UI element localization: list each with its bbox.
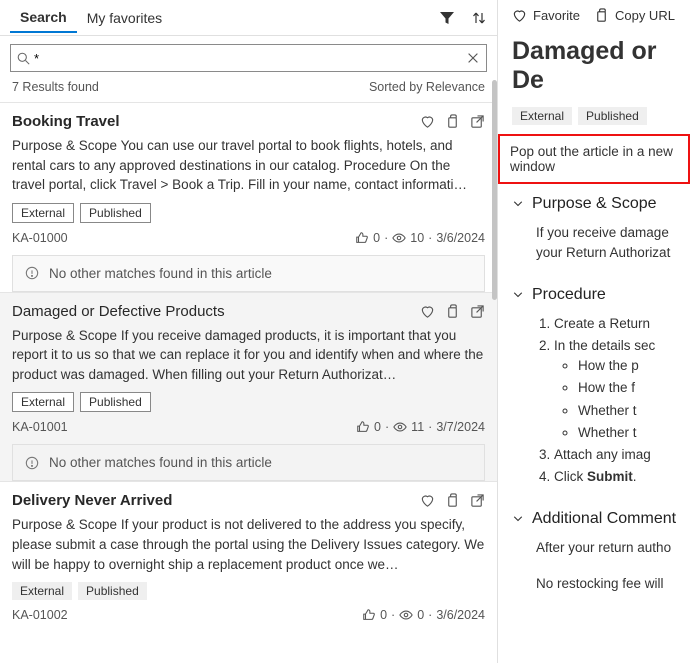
- section-head-additional[interactable]: Additional Comment: [512, 510, 692, 528]
- results-count: 7 Results found: [12, 80, 99, 94]
- favorite-icon[interactable]: [420, 304, 435, 319]
- popout-icon[interactable]: [470, 493, 485, 508]
- like-count: 0: [380, 608, 387, 622]
- scrollbar-thumb[interactable]: [492, 80, 497, 300]
- search-input[interactable]: [34, 51, 466, 66]
- chip-published: Published: [578, 107, 647, 125]
- procedure-step: Attach any imag: [554, 445, 692, 465]
- results-summary: 7 Results found Sorted by Relevance: [0, 76, 497, 102]
- procedure-step: Create a Return: [554, 314, 692, 334]
- result-card[interactable]: Booking Travel Purpose & Scope You can us…: [0, 102, 497, 292]
- result-title: Damaged or Defective Products: [12, 303, 225, 320]
- status-chip: Published: [80, 203, 151, 223]
- view-count: 10: [410, 231, 424, 245]
- sort-icon[interactable]: [471, 10, 487, 26]
- status-chip: External: [12, 582, 72, 600]
- article-preview: Favorite Copy URL Damaged or De External…: [498, 0, 692, 663]
- like-count: 0: [373, 231, 380, 245]
- procedure-step: Click Submit.: [554, 467, 692, 487]
- result-title: Delivery Never Arrived: [12, 492, 172, 509]
- favorite-button[interactable]: Favorite: [512, 8, 580, 23]
- filter-icon[interactable]: [439, 10, 455, 26]
- section-head-scope[interactable]: Purpose & Scope: [512, 195, 692, 213]
- result-card[interactable]: Delivery Never Arrived Purpose & Scope If…: [0, 481, 497, 632]
- favorite-icon[interactable]: [420, 493, 435, 508]
- status-chip: External: [12, 392, 74, 412]
- like-icon[interactable]: [355, 231, 369, 245]
- popout-icon[interactable]: [470, 304, 485, 319]
- no-match-banner: No other matches found in this article: [12, 444, 485, 481]
- copy-icon[interactable]: [445, 304, 460, 319]
- procedure-step: In the details sec How the p How the f W…: [554, 336, 692, 443]
- search-icon: [17, 52, 30, 65]
- result-date: 3/7/2024: [436, 420, 485, 434]
- copy-icon[interactable]: [445, 114, 460, 129]
- results-sort: Sorted by Relevance: [369, 80, 485, 94]
- results-list: Booking Travel Purpose & Scope You can us…: [0, 102, 497, 663]
- search-input-wrapper: [10, 44, 487, 72]
- article-chips: External Published: [512, 107, 692, 125]
- result-snippet: Purpose & Scope You can use our travel p…: [12, 136, 485, 195]
- popout-icon[interactable]: [470, 114, 485, 129]
- status-chip: Published: [80, 392, 151, 412]
- article-title: Damaged or De: [512, 37, 692, 95]
- favorite-icon[interactable]: [420, 114, 435, 129]
- copy-icon[interactable]: [445, 493, 460, 508]
- like-icon[interactable]: [362, 608, 376, 622]
- view-icon: [393, 420, 407, 434]
- status-chip: External: [12, 203, 74, 223]
- result-date: 3/6/2024: [436, 231, 485, 245]
- copy-url-button[interactable]: Copy URL: [594, 8, 675, 23]
- view-icon: [399, 608, 413, 622]
- result-card[interactable]: Damaged or Defective Products Purpose & S…: [0, 292, 497, 482]
- view-icon: [392, 231, 406, 245]
- section-head-procedure[interactable]: Procedure: [512, 286, 692, 304]
- like-icon[interactable]: [356, 420, 370, 434]
- chip-external: External: [512, 107, 572, 125]
- result-date: 3/6/2024: [436, 608, 485, 622]
- status-chip: Published: [78, 582, 147, 600]
- tab-bar: Search My favorites: [0, 0, 497, 36]
- view-count: 11: [411, 420, 424, 434]
- tab-search[interactable]: Search: [10, 3, 77, 33]
- view-count: 0: [417, 608, 424, 622]
- article-id: KA-01000: [12, 231, 68, 245]
- like-count: 0: [374, 420, 381, 434]
- tab-favorites[interactable]: My favorites: [77, 4, 172, 32]
- popout-tooltip: Pop out the article in a new window: [498, 134, 690, 184]
- result-title: Booking Travel: [12, 113, 120, 130]
- result-snippet: Purpose & Scope If you receive damaged p…: [12, 326, 485, 385]
- article-id: KA-01002: [12, 608, 68, 622]
- clear-search-icon[interactable]: [466, 51, 480, 65]
- result-snippet: Purpose & Scope If your product is not d…: [12, 515, 485, 574]
- article-id: KA-01001: [12, 420, 68, 434]
- no-match-banner: No other matches found in this article: [12, 255, 485, 292]
